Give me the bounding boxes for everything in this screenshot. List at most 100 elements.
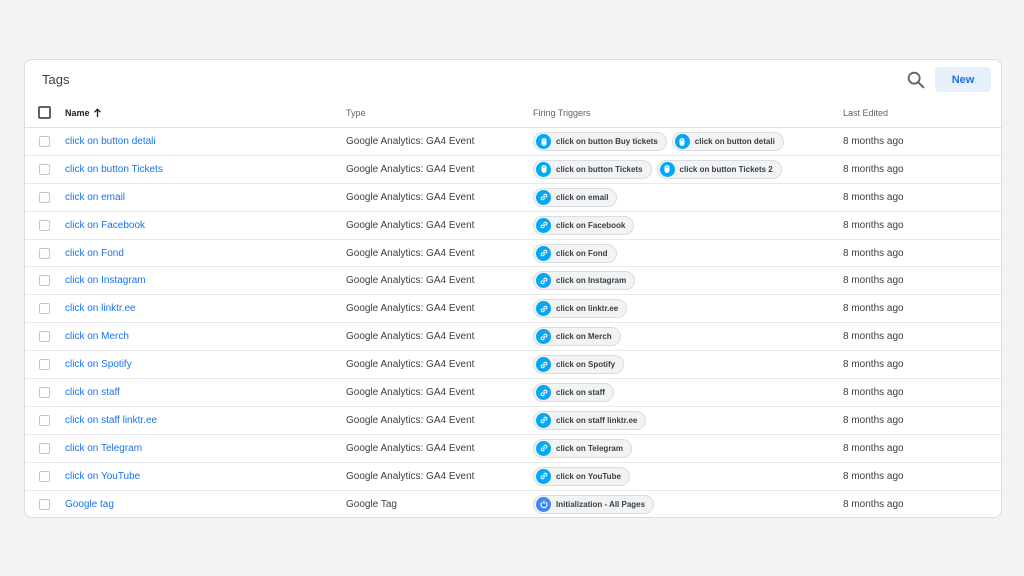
- last-edited: 8 months ago: [843, 359, 904, 371]
- trigger-chip[interactable]: click on Telegram: [533, 438, 632, 458]
- tag-name-link[interactable]: click on Instagram: [65, 275, 146, 286]
- firing-triggers: click on Facebook: [533, 215, 635, 235]
- tag-name-link[interactable]: Google tag: [65, 499, 114, 510]
- firing-triggers: click on Instagram: [533, 271, 636, 291]
- table-row[interactable]: click on Spotify Google Analytics: GA4 Ev…: [25, 351, 1001, 380]
- row-checkbox[interactable]: [39, 359, 50, 371]
- trigger-chip[interactable]: click on button detali: [671, 132, 784, 151]
- last-edited: 8 months ago: [843, 331, 904, 343]
- tag-name-link[interactable]: click on Fond: [65, 248, 124, 259]
- trigger-label: click on Instagram: [556, 276, 627, 286]
- trigger-label: click on staff linktr.ee: [556, 415, 638, 425]
- table-row[interactable]: click on button detali Google Analytics: …: [25, 128, 1001, 156]
- trigger-label: click on linktr.ee: [556, 304, 619, 314]
- tag-type: Google Analytics: GA4 Event: [346, 359, 475, 371]
- trigger-chip[interactable]: click on Merch: [533, 327, 621, 347]
- firing-triggers: click on Telegram: [533, 438, 632, 458]
- trigger-chip[interactable]: click on YouTube: [533, 466, 630, 486]
- trigger-chip[interactable]: click on Spotify: [533, 355, 625, 375]
- link-icon: [536, 468, 551, 484]
- row-checkbox[interactable]: [39, 275, 50, 287]
- trigger-label: click on Fond: [556, 248, 608, 258]
- last-edited: 8 months ago: [843, 163, 904, 175]
- table-row[interactable]: click on Telegram Google Analytics: GA4 E…: [25, 435, 1001, 463]
- table-row[interactable]: click on email Google Analytics: GA4 Even…: [25, 184, 1001, 212]
- tag-name-link[interactable]: click on Merch: [65, 331, 129, 342]
- trigger-label: click on YouTube: [556, 471, 621, 481]
- table-row[interactable]: click on staff Google Analytics: GA4 Even…: [25, 379, 1001, 407]
- tag-type: Google Analytics: GA4 Event: [346, 303, 475, 315]
- tag-name-link[interactable]: click on button Tickets: [65, 164, 163, 175]
- tag-name-link[interactable]: click on YouTube: [65, 471, 140, 482]
- trigger-chip[interactable]: click on Facebook: [533, 215, 635, 235]
- trigger-chip[interactable]: click on staff: [533, 383, 614, 403]
- trigger-label: click on staff: [556, 388, 605, 398]
- row-checkbox[interactable]: [39, 163, 50, 175]
- table-row[interactable]: click on Fond Google Analytics: GA4 Event…: [25, 240, 1001, 268]
- trigger-label: click on Spotify: [556, 360, 616, 370]
- trigger-chip[interactable]: click on button Tickets: [533, 159, 652, 179]
- trigger-label: click on email: [556, 192, 609, 202]
- last-edited: 8 months ago: [843, 303, 904, 315]
- row-checkbox[interactable]: [39, 191, 50, 203]
- search-button[interactable]: [905, 69, 927, 91]
- trigger-label: click on button Tickets 2: [679, 164, 773, 174]
- tag-name-link[interactable]: click on Spotify: [65, 359, 132, 370]
- tag-name-link[interactable]: click on staff: [65, 387, 120, 398]
- last-edited: 8 months ago: [843, 191, 904, 203]
- column-header-type: Type: [346, 108, 366, 118]
- row-checkbox[interactable]: [39, 303, 50, 315]
- power-icon: [536, 496, 551, 512]
- trigger-label: click on Telegram: [556, 443, 623, 453]
- trigger-chip[interactable]: click on button Tickets 2: [656, 159, 782, 179]
- tag-type: Google Analytics: GA4 Event: [346, 163, 475, 175]
- trigger-chip[interactable]: click on linktr.ee: [533, 299, 628, 319]
- trigger-label: click on button detali: [694, 137, 775, 146]
- tag-name-link[interactable]: click on linktr.ee: [65, 303, 136, 314]
- tag-name-link[interactable]: click on staff linktr.ee: [65, 415, 157, 426]
- trigger-label: Initialization - All Pages: [556, 499, 646, 509]
- column-header-name[interactable]: Name: [65, 108, 102, 118]
- table-row[interactable]: click on staff linktr.ee Google Analytics…: [25, 407, 1001, 435]
- table-row[interactable]: click on Instagram Google Analytics: GA4 …: [25, 267, 1001, 296]
- sort-arrow-up-icon: [93, 108, 101, 118]
- row-checkbox[interactable]: [39, 414, 50, 426]
- row-checkbox[interactable]: [39, 498, 50, 510]
- table-row[interactable]: click on YouTube Google Analytics: GA4 Ev…: [25, 463, 1001, 491]
- tag-type: Google Analytics: GA4 Event: [346, 191, 475, 203]
- table-row[interactable]: click on linktr.ee Google Analytics: GA4 …: [25, 295, 1001, 324]
- trigger-label: click on Merch: [556, 332, 612, 342]
- table-row[interactable]: Google tag Google Tag Initialization - All…: [25, 491, 1001, 517]
- link-icon: [536, 412, 551, 428]
- new-button[interactable]: New: [935, 67, 991, 92]
- tag-name-link[interactable]: click on Telegram: [65, 443, 142, 454]
- trigger-chip[interactable]: click on staff linktr.ee: [533, 410, 647, 430]
- table-row[interactable]: click on button Tickets Google Analytics:…: [25, 156, 1001, 184]
- mouse-icon: [659, 161, 675, 177]
- mouse-icon: [536, 161, 551, 177]
- trigger-chip[interactable]: Initialization - All Pages: [533, 494, 655, 514]
- row-checkbox[interactable]: [39, 219, 50, 231]
- row-checkbox[interactable]: [39, 470, 50, 482]
- row-checkbox[interactable]: [39, 387, 50, 399]
- trigger-chip[interactable]: click on Instagram: [533, 271, 636, 291]
- row-checkbox[interactable]: [39, 247, 50, 259]
- trigger-chip[interactable]: click on Fond: [533, 243, 617, 263]
- tag-name-link[interactable]: click on button detali: [65, 136, 156, 147]
- tag-type: Google Analytics: GA4 Event: [346, 414, 475, 426]
- row-checkbox[interactable]: [39, 331, 50, 343]
- tag-type: Google Analytics: GA4 Event: [346, 219, 475, 231]
- row-checkbox[interactable]: [39, 136, 50, 147]
- link-icon: [536, 357, 551, 373]
- tag-name-link[interactable]: click on email: [65, 192, 125, 203]
- select-all-checkbox[interactable]: [38, 106, 51, 119]
- row-checkbox[interactable]: [39, 442, 50, 454]
- table-row[interactable]: click on Facebook Google Analytics: GA4 E…: [25, 212, 1001, 240]
- tag-name-link[interactable]: click on Facebook: [65, 220, 145, 231]
- trigger-label: click on Facebook: [556, 220, 626, 230]
- trigger-chip[interactable]: click on button Buy tickets: [533, 132, 667, 151]
- column-header-last-edited: Last Edited: [843, 108, 889, 118]
- last-edited: 8 months ago: [843, 442, 904, 454]
- table-row[interactable]: click on Merch Google Analytics: GA4 Even…: [25, 323, 1001, 352]
- trigger-chip[interactable]: click on email: [533, 187, 618, 207]
